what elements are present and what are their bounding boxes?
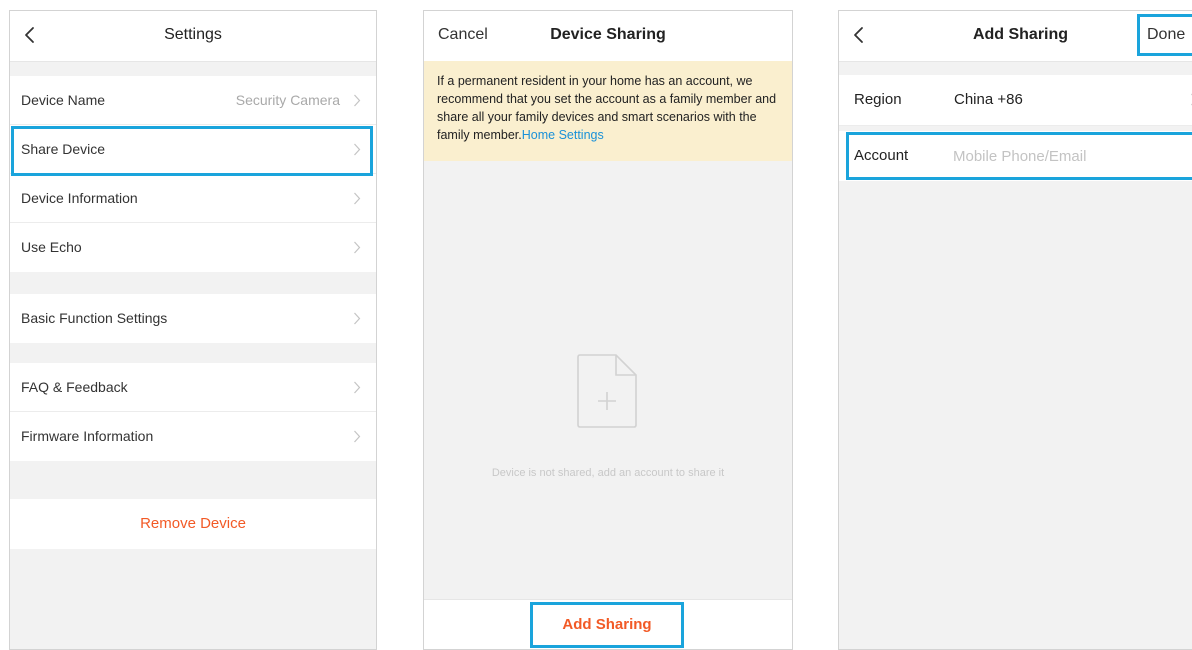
chevron-right-icon (354, 381, 361, 394)
remove-device-section: Remove Device (10, 499, 376, 549)
settings-item-basic-function-settings[interactable]: Basic Function Settings (10, 294, 376, 343)
settings-item-share-device[interactable]: Share Device (10, 125, 376, 174)
cancel-button[interactable]: Cancel (438, 11, 488, 59)
page-title: Settings (164, 26, 222, 43)
settings-item-faq-feedback[interactable]: FAQ & Feedback (10, 363, 376, 412)
add-sharing-button[interactable]: Add Sharing (530, 602, 684, 648)
device-sharing-screen: Device Sharing Cancel If a permanent res… (423, 10, 793, 650)
settings-screen: Settings Device Name Security Camera Sha… (9, 10, 377, 650)
account-input[interactable] (953, 144, 1183, 168)
settings-group-device: Device Name Security Camera Share Device… (10, 76, 376, 272)
family-notice-banner: If a permanent resident in your home has… (424, 61, 792, 161)
settings-item-label: Basic Function Settings (21, 310, 168, 326)
chevron-right-icon (354, 430, 361, 443)
add-sharing-screen: Add Sharing Done Region China +86 Accoun… (838, 10, 1192, 650)
empty-file-plus-icon (577, 354, 637, 428)
bottom-action-bar: Add Sharing (424, 599, 792, 649)
account-row: Account (839, 131, 1192, 181)
chevron-right-icon (354, 241, 361, 254)
settings-navbar: Settings (10, 11, 376, 62)
settings-item-label: Firmware Information (21, 428, 154, 444)
settings-item-label: Device Information (21, 190, 138, 206)
settings-group-support: FAQ & Feedback Firmware Information (10, 363, 376, 461)
chevron-right-icon (354, 312, 361, 325)
settings-item-label: Use Echo (21, 239, 82, 255)
region-row[interactable]: Region China +86 (839, 75, 1192, 126)
region-value: China +86 (954, 91, 1023, 108)
settings-item-use-echo[interactable]: Use Echo (10, 223, 376, 272)
add-sharing-navbar: Add Sharing Done (839, 11, 1192, 62)
account-label: Account (854, 147, 909, 164)
settings-item-device-name[interactable]: Device Name Security Camera (10, 76, 376, 125)
chevron-right-icon (354, 94, 361, 107)
done-button[interactable]: Done (1137, 14, 1192, 56)
settings-item-label: Share Device (21, 141, 106, 157)
device-name-value: Security Camera (235, 92, 340, 108)
settings-group-basic: Basic Function Settings (10, 294, 376, 343)
settings-item-label: FAQ & Feedback (21, 379, 128, 395)
empty-state-text: Device is not shared, add an account to … (491, 467, 725, 479)
settings-item-device-information[interactable]: Device Information (10, 174, 376, 223)
chevron-right-icon (354, 192, 361, 205)
region-label: Region (854, 91, 902, 108)
settings-item-firmware-information[interactable]: Firmware Information (10, 412, 376, 461)
notice-text: If a permanent resident in your home has… (437, 74, 777, 142)
home-settings-link[interactable]: Home Settings (522, 128, 604, 142)
remove-device-button[interactable]: Remove Device (10, 499, 376, 549)
chevron-right-icon (354, 143, 361, 156)
device-sharing-navbar: Device Sharing Cancel (424, 11, 792, 62)
settings-item-label: Device Name (21, 92, 106, 108)
